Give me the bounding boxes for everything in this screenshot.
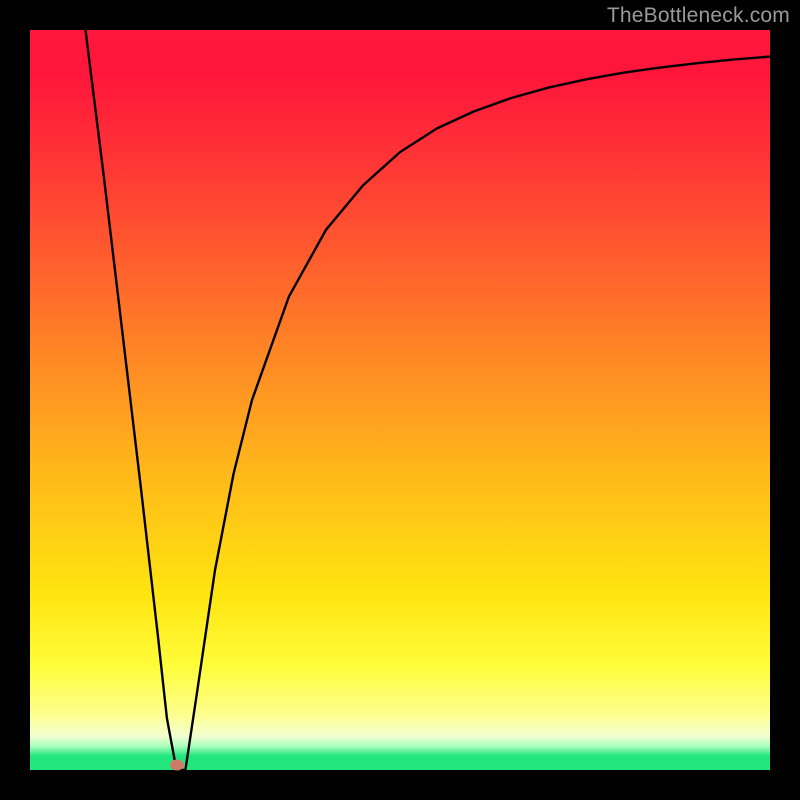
- plot-area: [30, 30, 770, 770]
- bottleneck-curve: [30, 30, 770, 770]
- optimal-point-marker: [170, 759, 184, 770]
- watermark-text: TheBottleneck.com: [607, 4, 790, 28]
- chart-frame: TheBottleneck.com: [0, 0, 800, 800]
